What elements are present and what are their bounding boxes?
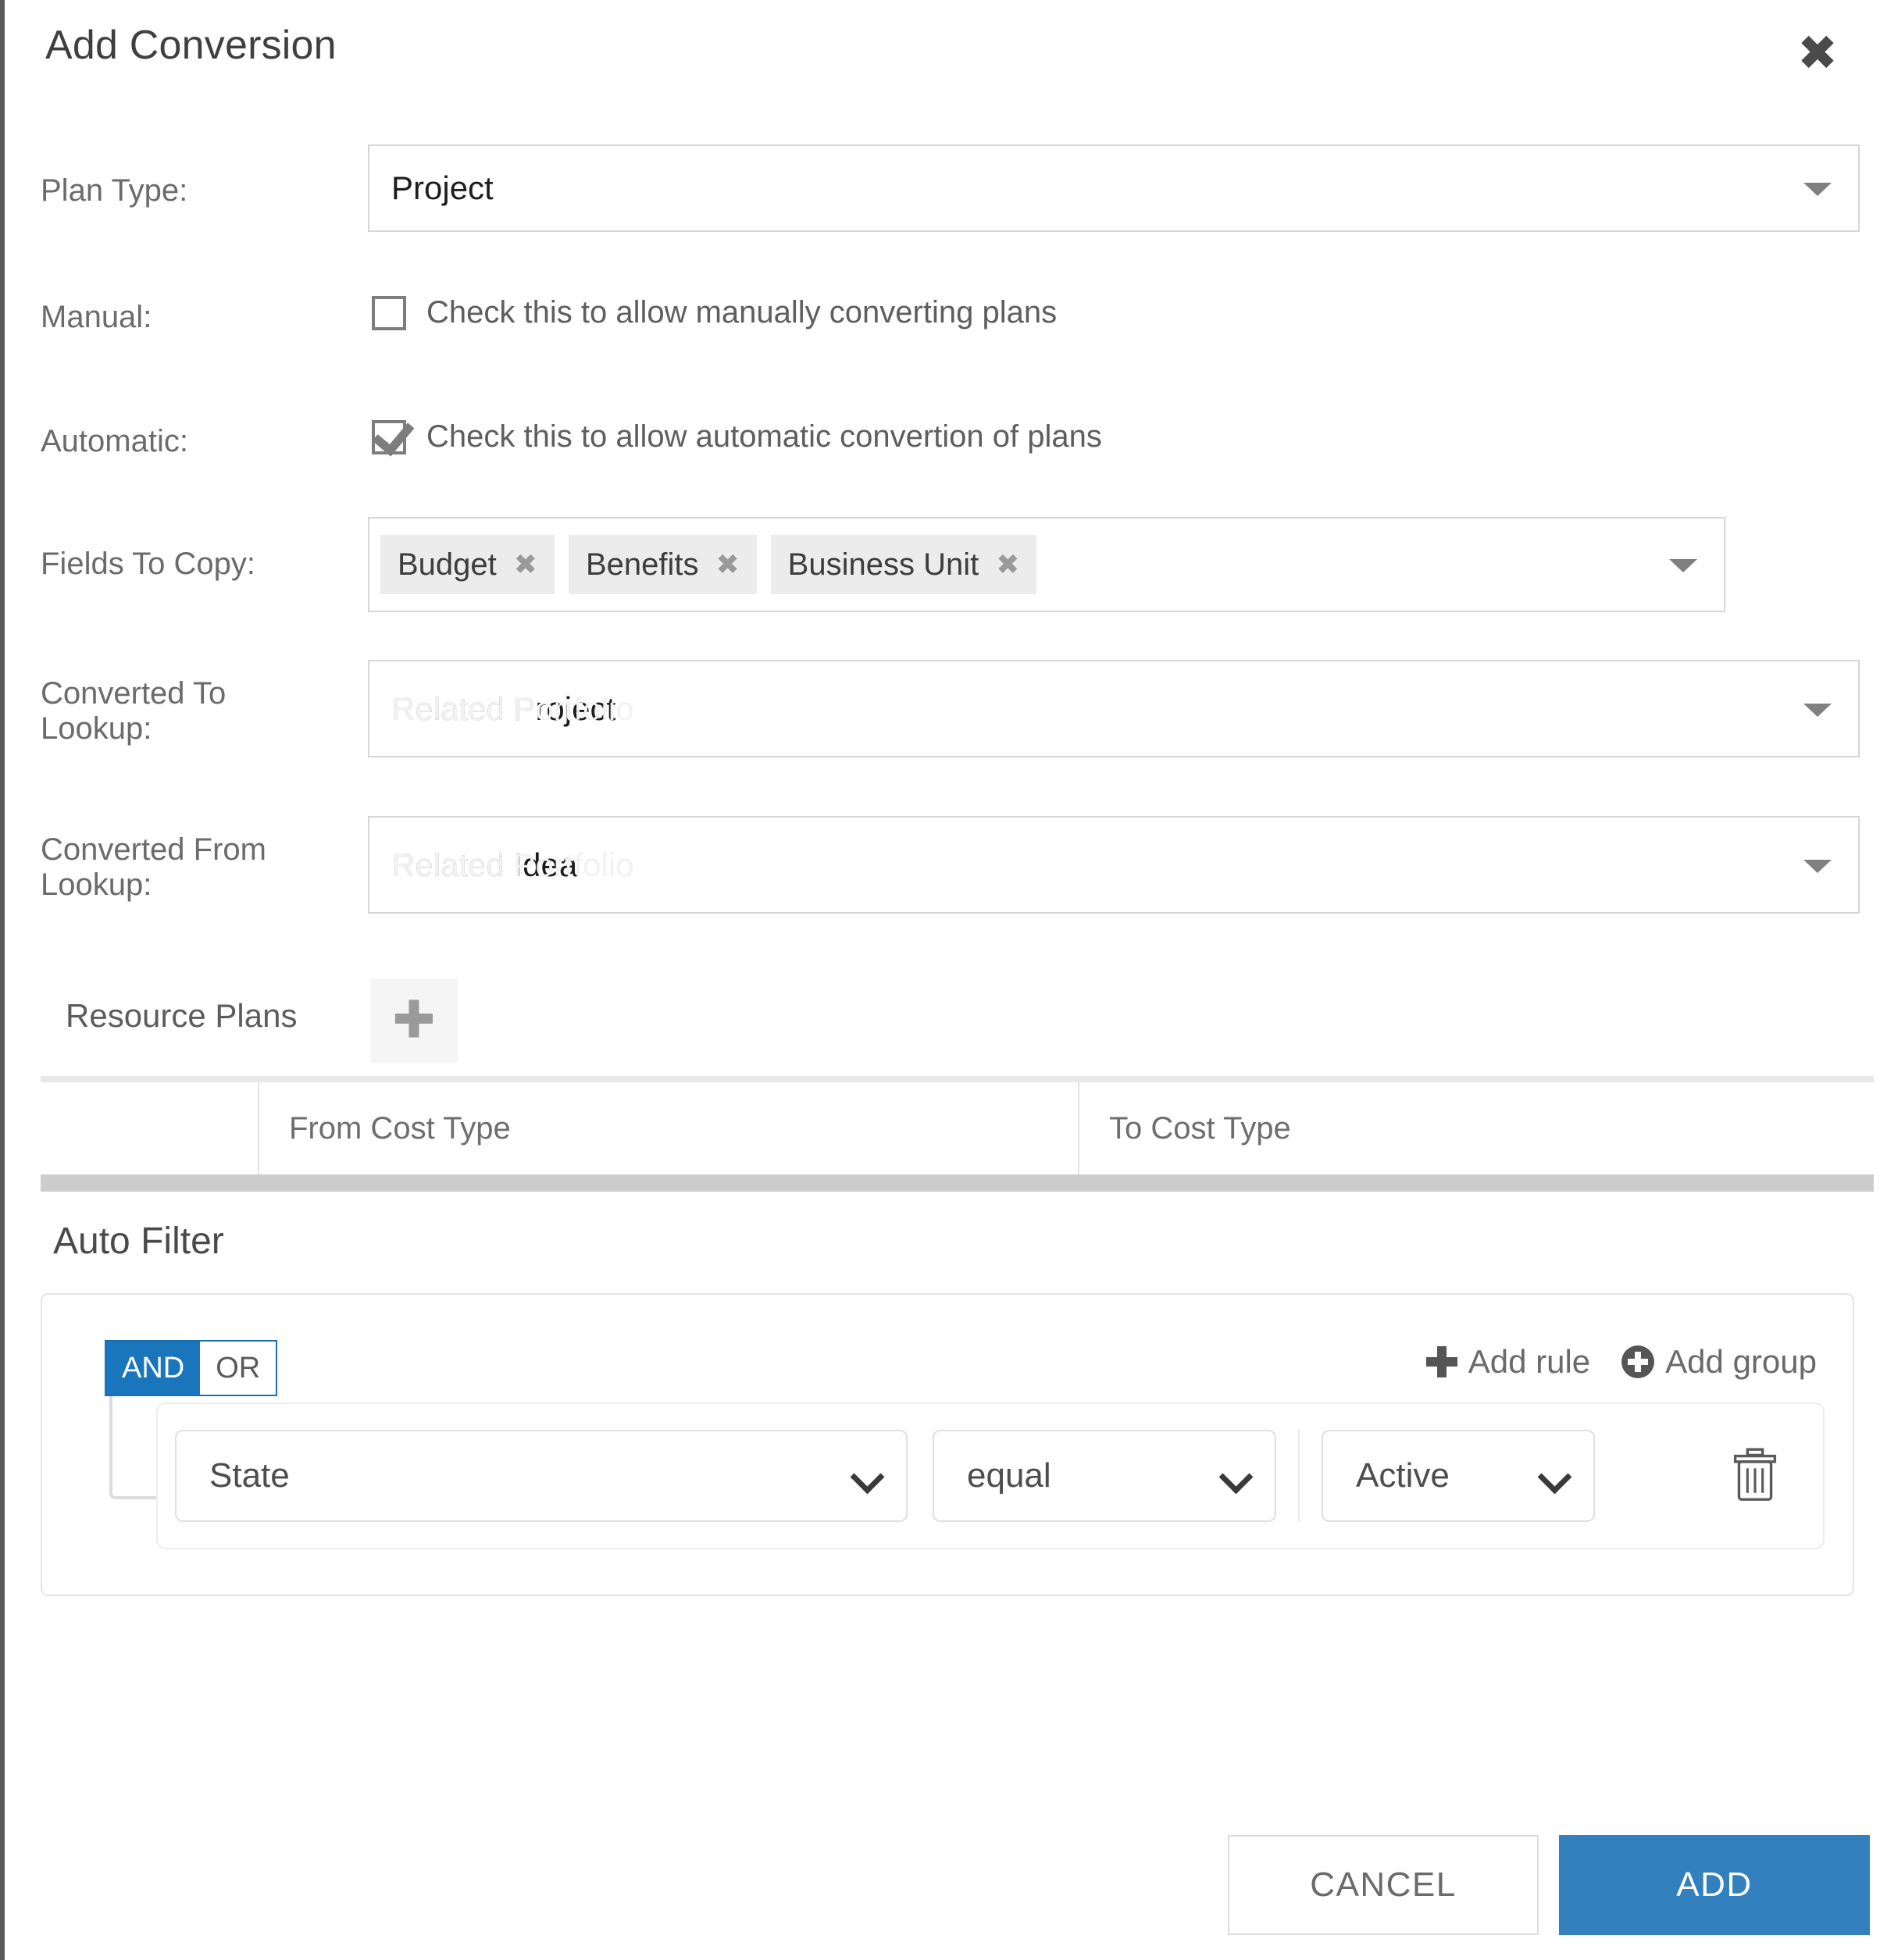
chevron-down-icon: [1803, 860, 1832, 873]
filter-actions: Add rule Add group: [1426, 1343, 1817, 1381]
add-group-label: Add group: [1665, 1343, 1817, 1381]
rule-value-value: Active: [1323, 1456, 1450, 1495]
delete-rule-button[interactable]: [1732, 1446, 1778, 1506]
plan-type-value: Project: [369, 169, 494, 207]
rule-operator-value: equal: [934, 1456, 1051, 1495]
operator-or-button[interactable]: OR: [200, 1342, 276, 1395]
add-group-button[interactable]: Add group: [1621, 1343, 1817, 1381]
resource-plans-table: From Cost Type To Cost Type: [41, 1076, 1874, 1192]
auto-filter-panel: AND OR Add rule Add group State equal: [41, 1293, 1854, 1596]
column-header-blank: [41, 1082, 259, 1174]
rule-field-select[interactable]: State: [175, 1430, 908, 1522]
tag-label: Benefits: [586, 547, 699, 583]
automatic-label: Automatic:: [41, 424, 188, 459]
resource-plans-title: Resource Plans: [66, 997, 297, 1035]
automatic-checkbox-row[interactable]: Check this to allow automatic convertion…: [372, 419, 1102, 454]
plus-icon: [1426, 1346, 1457, 1377]
add-rule-label: Add rule: [1468, 1343, 1590, 1381]
manual-checkbox-row[interactable]: Check this to allow manually converting …: [372, 295, 1057, 330]
trash-icon: [1732, 1446, 1778, 1506]
tag-benefits[interactable]: Benefits ✖: [569, 535, 757, 594]
auto-filter-title: Auto Filter: [53, 1220, 224, 1263]
filter-operator-toggle[interactable]: AND OR: [105, 1340, 277, 1396]
table-top-rule: [41, 1076, 1874, 1082]
column-header-from-cost-type[interactable]: From Cost Type: [259, 1082, 1079, 1174]
add-rule-button[interactable]: Add rule: [1426, 1343, 1590, 1381]
manual-label: Manual:: [41, 300, 152, 335]
automatic-checkbox-label: Check this to allow automatic convertion…: [426, 419, 1102, 454]
automatic-checkbox[interactable]: [372, 420, 406, 454]
chevron-down-icon: [1219, 1460, 1254, 1495]
tag-label: Business Unit: [788, 547, 979, 583]
manual-checkbox-label: Check this to allow manually converting …: [426, 295, 1057, 330]
fields-to-copy-label: Fields To Copy:: [41, 547, 255, 582]
fields-to-copy-multiselect[interactable]: Budget ✖ Benefits ✖ Business Unit ✖: [368, 517, 1725, 612]
tag-label: Budget: [398, 547, 497, 583]
converted-to-lookup-value: Related Project: [369, 690, 615, 728]
converted-to-lookup-select[interactable]: Related Portfolio Related Project: [368, 660, 1860, 757]
rule-field-value: State: [177, 1456, 290, 1495]
close-icon[interactable]: ✖: [715, 549, 739, 581]
manual-checkbox[interactable]: [372, 296, 406, 330]
chevron-down-icon: [1669, 559, 1697, 572]
rule-operator-select[interactable]: equal: [933, 1430, 1276, 1522]
chevron-down-icon: [1803, 183, 1832, 196]
chevron-down-icon: [851, 1460, 885, 1495]
tag-business-unit[interactable]: Business Unit ✖: [771, 535, 1037, 594]
add-button[interactable]: ADD: [1559, 1835, 1870, 1935]
dialog-header: Add Conversion ✖: [5, 0, 1880, 109]
close-icon[interactable]: ✖: [996, 549, 1019, 581]
add-conversion-dialog: Add Conversion ✖ Plan Type: Project Manu…: [0, 0, 1880, 1960]
column-header-to-cost-type[interactable]: To Cost Type: [1079, 1082, 1874, 1174]
table-horizontal-scrollbar[interactable]: [41, 1174, 1874, 1192]
chevron-down-icon: [1803, 704, 1832, 717]
converted-from-lookup-label: Converted From Lookup:: [41, 832, 266, 903]
plus-circle-icon: [1621, 1345, 1654, 1378]
add-resource-plan-button[interactable]: ✚: [370, 978, 458, 1063]
rule-divider: [1298, 1430, 1300, 1522]
plan-type-select[interactable]: Project: [368, 144, 1860, 232]
chevron-down-icon: [1538, 1460, 1572, 1495]
converted-from-lookup-select[interactable]: Related Portfolio Related Idea: [368, 816, 1860, 914]
rule-connector-line: [109, 1395, 161, 1499]
dialog-footer: CANCEL ADD: [5, 1835, 1880, 1960]
tag-budget[interactable]: Budget ✖: [380, 535, 555, 594]
close-icon[interactable]: ✖: [514, 549, 537, 581]
plus-icon: ✚: [392, 1000, 435, 1042]
converted-to-lookup-label: Converted To Lookup:: [41, 676, 226, 747]
converted-from-lookup-value: Related Idea: [369, 846, 577, 884]
dialog-title: Add Conversion: [45, 22, 337, 69]
operator-and-button[interactable]: AND: [106, 1342, 200, 1395]
cancel-button[interactable]: CANCEL: [1228, 1835, 1539, 1935]
plan-type-label: Plan Type:: [41, 173, 187, 208]
close-icon[interactable]: ✖: [1793, 28, 1843, 78]
table-header-row: From Cost Type To Cost Type: [41, 1082, 1874, 1174]
rule-value-select[interactable]: Active: [1322, 1430, 1595, 1522]
filter-rule-row: State equal Active: [156, 1402, 1825, 1549]
